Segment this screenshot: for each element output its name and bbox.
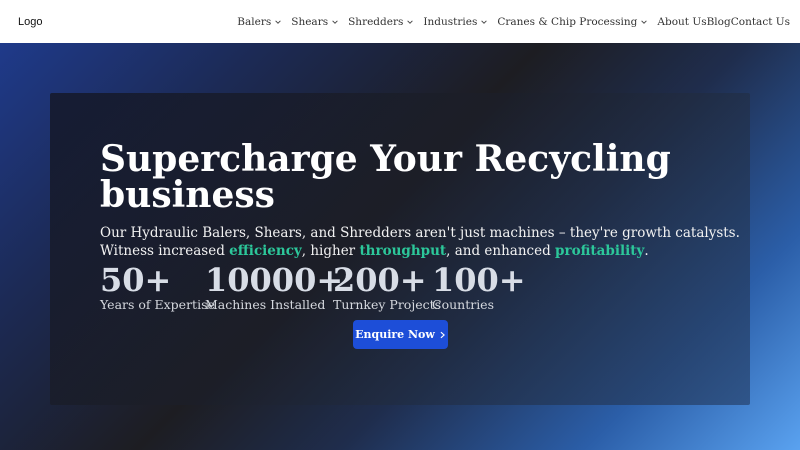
highlight-efficiency: efficiency (229, 243, 302, 259)
menu-item-blog[interactable]: Blog (707, 16, 731, 28)
desc-text: . (644, 243, 649, 259)
menu-item-label: Contact Us (730, 15, 790, 28)
stat-label: Countries (432, 297, 494, 312)
stat-projects: 200+ Turnkey Projects (333, 261, 442, 312)
logo[interactable]: Logo (18, 16, 42, 28)
menu-item-label: Cranes & Chip Processing (497, 15, 638, 28)
menu-item-industries[interactable]: Industries (423, 16, 488, 28)
chevron-down-icon (332, 19, 338, 24)
highlight-profitability: profitability (555, 243, 645, 259)
chevron-down-icon (407, 19, 414, 24)
menu-item-shears[interactable]: Shears (291, 16, 339, 28)
hero-description: Our Hydraulic Balers, Shears, and Shredd… (100, 224, 740, 260)
chevron-right-icon (440, 331, 445, 338)
desc-text: , higher (301, 243, 360, 259)
stat-label: Years of Expertise (100, 297, 215, 312)
stat-years: 50+ Years of Expertise (100, 261, 215, 312)
enquire-now-label: Enquire Now (355, 328, 435, 341)
hero-headline: Supercharge Your Recycling business (100, 138, 671, 216)
menu-item-contact-us[interactable]: Contact Us (731, 16, 790, 28)
top-navbar: Logo Balers Shears Shredders Industries … (0, 0, 800, 43)
desc-text: , and enhanced (446, 243, 556, 259)
menu-item-label: Blog (706, 15, 731, 28)
enquire-now-button[interactable]: Enquire Now (353, 320, 448, 349)
stat-countries: 100+ Countries (432, 261, 526, 312)
menu-item-balers[interactable]: Balers (237, 16, 282, 28)
menu-item-label: Shears (291, 15, 329, 28)
menu-item-cranes-chip-processing[interactable]: Cranes & Chip Processing (497, 16, 648, 28)
stat-value: 10000+ (205, 261, 344, 299)
menu-item-label: About Us (657, 15, 707, 28)
menu-item-about-us[interactable]: About Us (657, 16, 706, 28)
menu-item-label: Industries (423, 15, 478, 28)
stats-row: 50+ Years of Expertise 10000+ Machines I… (100, 261, 526, 312)
stat-machines: 10000+ Machines Installed (205, 261, 344, 312)
chevron-down-icon (641, 19, 648, 24)
stat-value: 50+ (100, 261, 172, 299)
stat-value: 100+ (432, 261, 526, 299)
highlight-throughput: throughput (359, 243, 447, 259)
menu-item-label: Shredders (348, 15, 404, 28)
stat-label: Turnkey Projects (333, 297, 442, 312)
stat-label: Machines Installed (205, 297, 326, 312)
menu-item-shredders[interactable]: Shredders (348, 16, 414, 28)
main-menu: Balers Shears Shredders Industries Crane… (228, 16, 790, 28)
stat-value: 200+ (333, 261, 427, 299)
chevron-down-icon (481, 19, 488, 24)
chevron-down-icon (275, 19, 282, 24)
menu-item-label: Balers (237, 15, 272, 28)
